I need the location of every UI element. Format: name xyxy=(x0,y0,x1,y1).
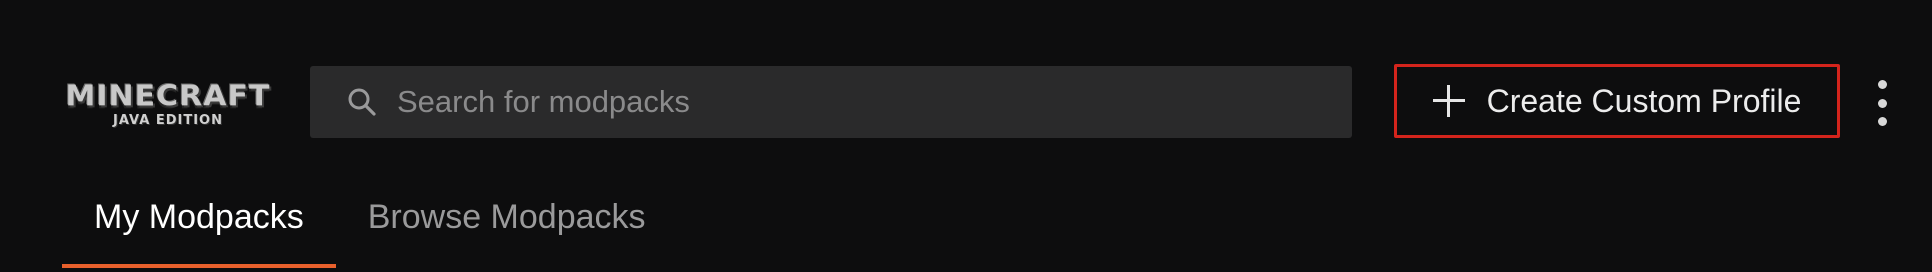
kebab-dot xyxy=(1877,98,1887,108)
more-options-icon[interactable] xyxy=(1868,80,1896,126)
create-custom-profile-button[interactable]: Create Custom Profile xyxy=(1394,64,1840,138)
search-input[interactable] xyxy=(395,65,1352,139)
tab-my-modpacks[interactable]: My Modpacks xyxy=(62,190,336,270)
modpack-tabs: My Modpacks Browse Modpacks xyxy=(62,190,678,270)
logo-title: MINECRAFT xyxy=(65,79,271,113)
modpacks-header: MINECRAFT JAVA EDITION Create Custom Pro… xyxy=(0,0,1932,272)
kebab-dot xyxy=(1877,80,1887,89)
tab-label: Browse Modpacks xyxy=(367,198,646,236)
tab-label: My Modpacks xyxy=(94,198,304,236)
search-icon xyxy=(345,85,379,119)
logo-subtitle: JAVA EDITION xyxy=(113,112,223,128)
plus-icon xyxy=(1432,85,1465,117)
kebab-dot xyxy=(1877,117,1887,126)
search-bar[interactable] xyxy=(310,65,1352,139)
create-custom-profile-label: Create Custom Profile xyxy=(1486,82,1802,119)
minecraft-java-logo: MINECRAFT JAVA EDITION xyxy=(62,80,274,130)
tab-browse-modpacks[interactable]: Browse Modpacks xyxy=(336,190,678,270)
